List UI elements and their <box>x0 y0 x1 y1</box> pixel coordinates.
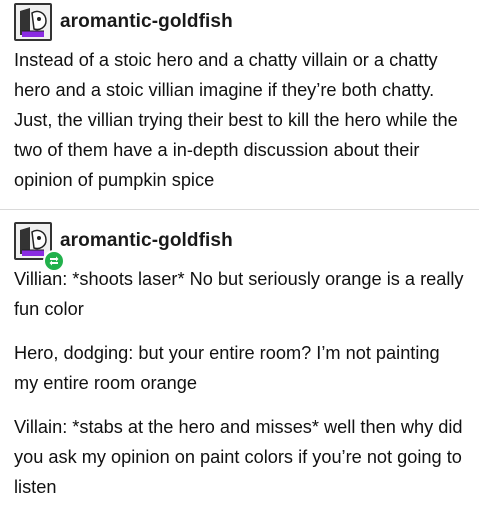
post-header: aromantic-goldfish <box>14 221 233 272</box>
post-body: Instead of a stoic hero and a chatty vil… <box>14 50 458 190</box>
post-paragraph: Hero, dodging: but your entire room? I’m… <box>14 343 440 393</box>
username[interactable]: aromantic-goldfish <box>60 230 233 252</box>
post-paragraph: Villain: *stabs at the hero and misses* … <box>14 417 463 497</box>
post-paragraph: Villian: *shoots laser* No but seriously… <box>14 269 464 319</box>
post-header: aromantic-goldfish <box>14 2 233 42</box>
username[interactable]: aromantic-goldfish <box>60 11 233 33</box>
avatar-image <box>16 5 50 39</box>
post-divider <box>0 209 479 210</box>
avatar[interactable] <box>14 3 52 41</box>
